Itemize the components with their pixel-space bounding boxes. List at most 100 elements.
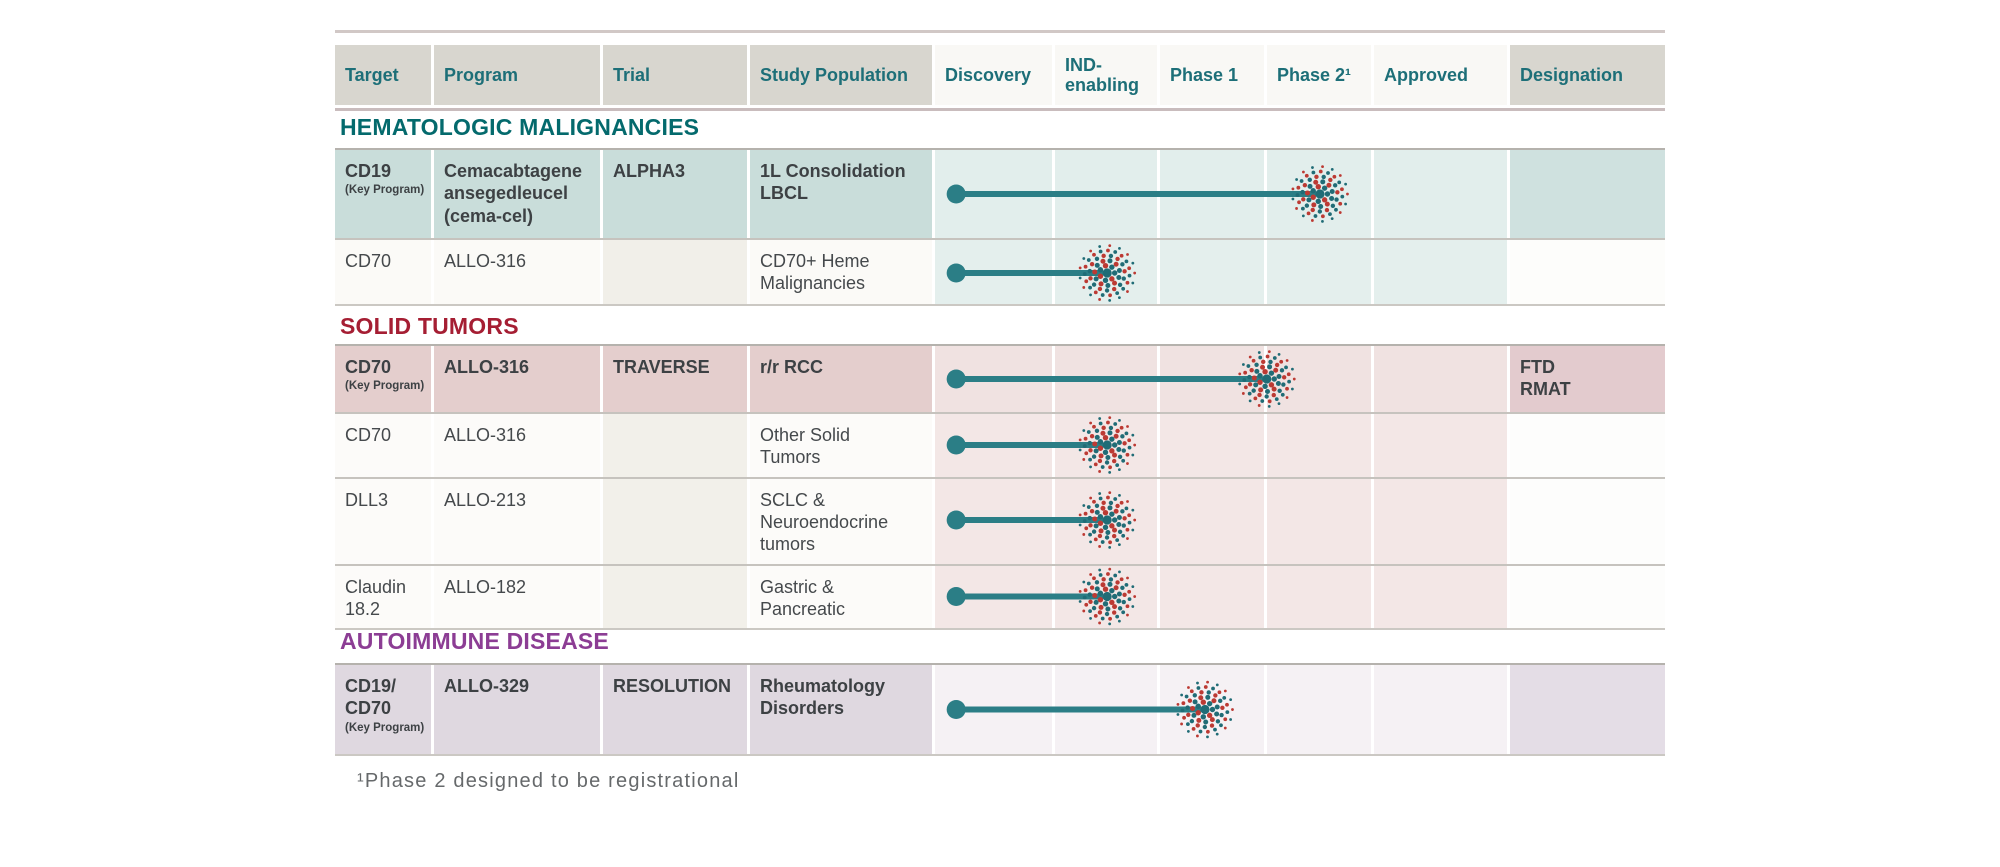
- program-cell: ALLO-316: [434, 240, 600, 304]
- column-header-ind-enabling: IND-enabling: [1055, 45, 1157, 105]
- target-cell: CD70: [335, 414, 431, 477]
- column-header-discovery: Discovery: [935, 45, 1052, 105]
- target-cell: CD70 (Key Program): [335, 346, 431, 412]
- trial-cell: RESOLUTION: [603, 665, 747, 754]
- phase-cell-approved: [1374, 665, 1507, 754]
- column-header-study-population: Study Population: [750, 45, 932, 105]
- phase-cell-phase-2: [1267, 150, 1371, 238]
- trial-cell: [603, 478, 747, 564]
- study-population-cell: Other Solid Tumors: [750, 414, 932, 477]
- column-header-approved: Approved: [1374, 45, 1507, 105]
- key-program-badge: (Key Program): [345, 184, 425, 197]
- phase-cell-discovery: [935, 346, 1052, 412]
- phase-cell-approved: [1374, 240, 1507, 304]
- target-cell: DLL3: [335, 478, 431, 564]
- phase-cell-discovery: [935, 240, 1052, 304]
- column-header-trial: Trial: [603, 45, 747, 105]
- designation-cell: [1510, 414, 1665, 477]
- target-label: CD70: [345, 357, 392, 377]
- study-population-cell: SCLC & Neuroendocrine tumors: [750, 478, 932, 564]
- study-population-cell: Gastric & Pancreatic: [750, 565, 932, 629]
- target-label: CD19: [345, 161, 392, 181]
- phase-cell-discovery: [935, 665, 1052, 754]
- phase-cell-phase-1: [1160, 565, 1264, 629]
- column-header-designation: Designation: [1510, 45, 1665, 105]
- phase-cell-phase-2: [1267, 478, 1371, 564]
- study-population-cell: Rheumatology Disorders: [750, 665, 932, 754]
- phase-cell-ind-enabling: [1055, 565, 1157, 629]
- target-cell: CD19 (Key Program): [335, 150, 431, 238]
- pipeline-row-sclc-neuroendocrine-tumors: DLL3 ALLO-213 SCLC & Neuroendocrine tumors: [335, 476, 1665, 564]
- trial-cell: [603, 240, 747, 304]
- phase-cell-approved: [1374, 414, 1507, 477]
- trial-cell: TRAVERSE: [603, 346, 747, 412]
- phase-cell-ind-enabling: [1055, 346, 1157, 412]
- phase-cell-phase-1: [1160, 478, 1264, 564]
- target-cell: CD19/ CD70 (Key Program): [335, 665, 431, 754]
- column-header-phase-1: Phase 1: [1160, 45, 1264, 105]
- trial-cell: [603, 414, 747, 477]
- target-label: CD70: [345, 251, 392, 271]
- pipeline-row-cd70-heme-malignancies: CD70 ALLO-316 CD70+ Heme Malignancies: [335, 238, 1665, 304]
- program-cell: Cemacabtagene ansegedleucel (cema-cel): [434, 150, 600, 238]
- target-cell: Claudin 18.2: [335, 565, 431, 629]
- designation-cell: [1510, 478, 1665, 564]
- phase-cell-ind-enabling: [1055, 414, 1157, 477]
- phase-cell-phase-1: [1160, 665, 1264, 754]
- trial-cell: [603, 565, 747, 629]
- phase-cell-phase-2: [1267, 346, 1371, 412]
- program-cell: ALLO-329: [434, 665, 600, 754]
- phase-cell-approved: [1374, 478, 1507, 564]
- designation-cell: [1510, 565, 1665, 629]
- designation-cell: [1510, 665, 1665, 754]
- phase-cell-phase-2: [1267, 565, 1371, 629]
- pipeline-row-other-solid-tumors: CD70 ALLO-316 Other Solid Tumors: [335, 412, 1665, 477]
- designation-cell: [1510, 150, 1665, 238]
- column-header-target: Target: [335, 45, 431, 105]
- phase-cell-phase-2: [1267, 240, 1371, 304]
- phase-cell-approved: [1374, 565, 1507, 629]
- target-label: DLL3: [345, 489, 389, 510]
- section-block-solid-tumors: CD70 (Key Program) ALLO-316 TRAVERSE r/r RCC…: [335, 344, 1665, 631]
- phase-cell-phase-1: [1160, 414, 1264, 477]
- pipeline-table: Target Program Trial Study Population Discov…: [335, 30, 1665, 830]
- program-cell: ALLO-213: [434, 478, 600, 564]
- pipeline-row-r-r-rcc: CD70 (Key Program) ALLO-316 TRAVERSE r/r RCC…: [335, 346, 1665, 412]
- section-block-autoimmune-disease: CD19/ CD70 (Key Program) ALLO-329 RESOLUTIO…: [335, 663, 1665, 756]
- target-label: CD19/ CD70: [345, 676, 397, 719]
- phase-cell-ind-enabling: [1055, 240, 1157, 304]
- phase-cell-discovery: [935, 150, 1052, 238]
- phase-cell-phase-1: [1160, 240, 1264, 304]
- section-heading-autoimmune-disease: AUTOIMMUNE DISEASE: [340, 628, 609, 654]
- pipeline-row-rheumatology-disorders: CD19/ CD70 (Key Program) ALLO-329 RESOLUTIO…: [335, 665, 1665, 754]
- column-header-row: Target Program Trial Study Population Discov…: [335, 45, 1665, 105]
- section-heading-hematologic-malignancies: HEMATOLOGIC MALIGNANCIES: [340, 114, 700, 140]
- phase-cell-approved: [1374, 150, 1507, 238]
- phase-cell-ind-enabling: [1055, 478, 1157, 564]
- study-population-cell: 1L Consolidation LBCL: [750, 150, 932, 238]
- designation-cell: [1510, 240, 1665, 304]
- program-cell: ALLO-316: [434, 414, 600, 477]
- section-block-hematologic-malignancies: CD19 (Key Program) Cemacabtagene ansegedle…: [335, 148, 1665, 306]
- study-population-cell: r/r RCC: [750, 346, 932, 412]
- trial-cell: ALPHA3: [603, 150, 747, 238]
- table-top-border: [335, 30, 1665, 33]
- column-header-phase-2: Phase 2¹: [1267, 45, 1371, 105]
- phase-cell-phase-2: [1267, 414, 1371, 477]
- target-label: CD70: [345, 425, 392, 445]
- phase-cell-approved: [1374, 346, 1507, 412]
- header-divider: [335, 108, 1665, 111]
- target-cell: CD70: [335, 240, 431, 304]
- study-population-cell: CD70+ Heme Malignancies: [750, 240, 932, 304]
- pipeline-row-1l-consolidation-lbcl: CD19 (Key Program) Cemacabtagene ansegedle…: [335, 150, 1665, 238]
- program-cell: ALLO-182: [434, 565, 600, 629]
- designation-cell: FTD RMAT: [1510, 346, 1665, 412]
- footnote-text: ¹Phase 2 designed to be registrational: [357, 770, 740, 792]
- phase-cell-phase-1: [1160, 150, 1264, 238]
- phase-cell-phase-1: [1160, 346, 1264, 412]
- column-header-program: Program: [434, 45, 600, 105]
- section-heading-solid-tumors: SOLID TUMORS: [340, 313, 519, 339]
- target-label: Claudin 18.2: [345, 576, 407, 619]
- key-program-badge: (Key Program): [345, 380, 425, 393]
- phase-cell-discovery: [935, 478, 1052, 564]
